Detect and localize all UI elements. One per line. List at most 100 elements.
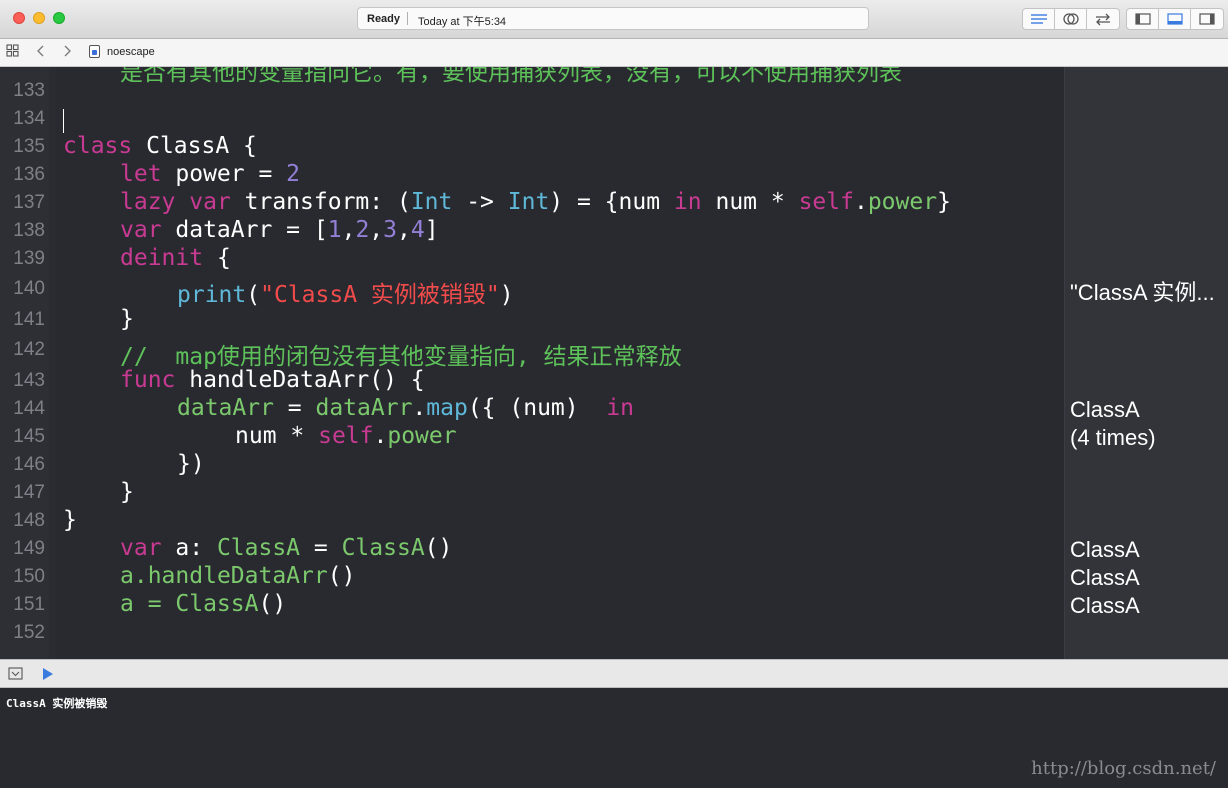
result-value[interactable]: ClassA bbox=[1070, 537, 1140, 563]
number-literal: 3 bbox=[383, 217, 398, 243]
method-name: map bbox=[426, 395, 468, 421]
property-name: power bbox=[387, 423, 457, 449]
console-output: ClassA 实例被销毁 bbox=[6, 697, 108, 710]
number-literal: 4 bbox=[410, 217, 425, 243]
code-text: transform: ( bbox=[230, 189, 411, 215]
code-text: ] bbox=[424, 217, 439, 243]
code-text: ClassA { bbox=[132, 133, 257, 159]
line-number: 140 bbox=[13, 278, 45, 299]
result-value[interactable]: ClassA bbox=[1070, 593, 1140, 619]
code-text: dataArr = [ bbox=[161, 217, 328, 243]
title-bar: Ready Today at 下午5:34 bbox=[0, 0, 1228, 39]
code-text: () bbox=[327, 563, 356, 589]
line-number: 135 bbox=[13, 136, 45, 157]
back-button[interactable] bbox=[36, 44, 46, 61]
result-value[interactable]: "ClassA 实例... bbox=[1070, 275, 1215, 307]
keyword: lazy bbox=[120, 189, 176, 215]
code-text: () bbox=[258, 591, 287, 617]
assistant-editor-button[interactable] bbox=[1055, 9, 1087, 29]
line-number: 134 bbox=[13, 108, 45, 129]
line-number: 149 bbox=[13, 538, 45, 559]
debug-area-toggle-button[interactable] bbox=[1159, 9, 1191, 29]
play-icon bbox=[43, 668, 53, 680]
line-number: 145 bbox=[13, 426, 45, 447]
code-text: -> bbox=[452, 189, 508, 215]
line-number: 137 bbox=[13, 192, 45, 213]
keyword: in bbox=[673, 189, 702, 215]
code-line-149: var a: ClassA = ClassA() bbox=[120, 535, 452, 561]
forward-button[interactable] bbox=[62, 44, 72, 61]
code-line-142: // map使用的闭包没有其他变量指向, 结果正常释放 bbox=[120, 344, 682, 370]
code-folding-ribbon[interactable] bbox=[49, 67, 56, 659]
code-text: num * bbox=[701, 189, 799, 215]
utilities-toggle-button[interactable] bbox=[1191, 9, 1223, 29]
line-number: 133 bbox=[13, 80, 45, 101]
keyword: var bbox=[120, 217, 162, 243]
number-literal: 1 bbox=[327, 217, 342, 243]
keyword: var bbox=[189, 189, 231, 215]
navigator-toggle-button[interactable] bbox=[1127, 9, 1159, 29]
keyword: self bbox=[318, 423, 374, 449]
collapse-panel-icon bbox=[8, 667, 23, 680]
property-name: dataArr bbox=[315, 395, 413, 421]
text-cursor bbox=[63, 109, 64, 133]
code-text: ) = {num bbox=[549, 189, 674, 215]
line-number: 148 bbox=[13, 510, 45, 531]
minimize-window-button[interactable] bbox=[33, 12, 45, 24]
watermark: http://blog.csdn.net/ bbox=[1031, 758, 1216, 779]
keyword: self bbox=[798, 189, 854, 215]
string-literal: "ClassA 实例被销毁" bbox=[260, 282, 500, 308]
result-value[interactable]: ClassA bbox=[1070, 397, 1140, 423]
line-number: 142 bbox=[13, 339, 45, 360]
line-number: 139 bbox=[13, 248, 45, 269]
grid-icon bbox=[6, 44, 19, 57]
standard-editor-button[interactable] bbox=[1023, 9, 1055, 29]
code-text: { bbox=[203, 245, 231, 271]
code-text: = bbox=[273, 395, 316, 421]
number-literal: 2 bbox=[286, 161, 301, 187]
code-text: power = bbox=[161, 161, 287, 187]
related-items-button[interactable] bbox=[6, 44, 19, 60]
code-line-135: class ClassA { bbox=[63, 133, 257, 159]
code-line-137: lazy var transform: (Int -> Int) = {num … bbox=[120, 189, 951, 215]
standard-editor-icon bbox=[1030, 14, 1047, 24]
code-line-148: } bbox=[63, 507, 77, 533]
type-name: ClassA bbox=[341, 535, 425, 561]
type-name: ClassA bbox=[216, 535, 301, 561]
close-window-button[interactable] bbox=[13, 12, 25, 24]
line-number: 152 bbox=[13, 622, 45, 643]
result-value[interactable]: ClassA bbox=[1070, 565, 1140, 591]
code-line-141: } bbox=[120, 306, 134, 332]
line-number: 144 bbox=[13, 398, 45, 419]
left-panel-icon bbox=[1134, 13, 1151, 25]
console-area[interactable]: ClassA 实例被销毁 http://blog.csdn.net/ bbox=[0, 688, 1228, 788]
code-line-144: dataArr = dataArr.map({ (num) in bbox=[177, 395, 634, 421]
code-text: handleDataArr() { bbox=[175, 367, 425, 393]
code-text: () bbox=[424, 535, 453, 561]
line-number: 138 bbox=[13, 220, 45, 241]
type-name: Int bbox=[410, 189, 453, 215]
source-editor[interactable]: 是否有其他的变量指向它。有，要使用捕获列表，没有，可以不使用捕获列表 133 1… bbox=[0, 67, 1228, 659]
code-text: } bbox=[937, 189, 951, 215]
breadcrumb-file[interactable]: noescape bbox=[107, 46, 155, 58]
code-line-140: print("ClassA 实例被销毁") bbox=[177, 275, 514, 309]
code-line-151: a = ClassA() bbox=[120, 591, 286, 617]
execute-playground-button[interactable] bbox=[42, 667, 54, 686]
method-name: handleDataArr bbox=[147, 563, 328, 589]
hide-debug-area-button[interactable] bbox=[8, 667, 23, 685]
code-text: ({ (num) bbox=[467, 395, 607, 421]
keyword: in bbox=[606, 395, 635, 421]
zoom-window-button[interactable] bbox=[53, 12, 65, 24]
chevron-left-icon bbox=[37, 45, 44, 57]
playground-file-icon bbox=[89, 45, 100, 58]
line-number: 150 bbox=[13, 566, 45, 587]
function-name: print bbox=[177, 282, 247, 308]
result-value[interactable]: (4 times) bbox=[1070, 425, 1156, 451]
line-number: 143 bbox=[13, 370, 45, 391]
version-editor-button[interactable] bbox=[1087, 9, 1119, 29]
code-line-139: deinit { bbox=[120, 245, 231, 271]
line-number: 136 bbox=[13, 164, 45, 185]
keyword: class bbox=[63, 133, 133, 159]
code-text: . bbox=[412, 395, 427, 421]
number-literal: 2 bbox=[355, 217, 370, 243]
